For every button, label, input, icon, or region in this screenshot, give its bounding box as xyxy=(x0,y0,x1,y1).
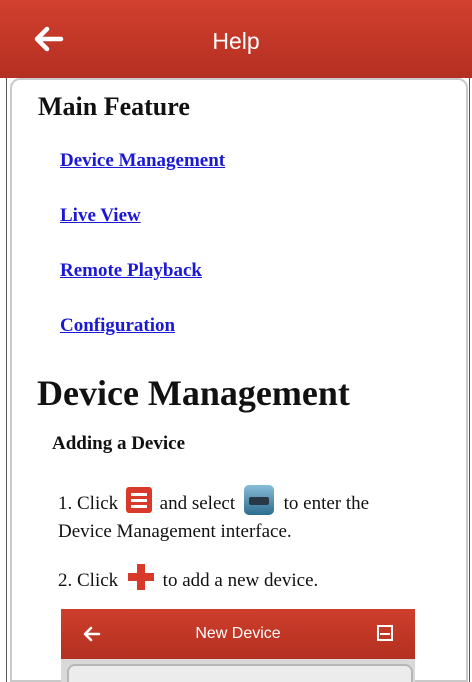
page-title: Help xyxy=(212,28,260,54)
step-1-text-c: to enter the xyxy=(283,493,370,514)
device-management-icon xyxy=(243,485,274,515)
link-configuration[interactable]: Configuration xyxy=(60,315,175,337)
link-remote-playback[interactable]: Remote Playback xyxy=(60,260,202,282)
screenshot-header: New Device xyxy=(61,609,415,659)
add-plus-icon xyxy=(127,563,155,591)
link-device-management[interactable]: Device Management xyxy=(60,150,225,172)
link-live-view[interactable]: Live View xyxy=(60,205,141,227)
step-1-text-b: and select xyxy=(159,493,236,514)
main-feature-heading: Main Feature xyxy=(38,92,190,121)
step-2-line: 2. Click to add a new device. xyxy=(58,563,318,592)
frame-border-right xyxy=(469,78,470,682)
step-2-text-a: 2. Click xyxy=(58,570,119,591)
frame-border-left xyxy=(6,78,7,682)
section-heading: Device Management xyxy=(37,373,350,413)
menu-icon xyxy=(125,487,152,513)
step-1-text-a: 1. Click xyxy=(58,493,119,514)
step-1-line-2: Device Management interface. xyxy=(58,521,292,542)
step-2-text-b: to add a new device. xyxy=(162,570,319,591)
step-1-line-1: 1. Click and select to enter the xyxy=(58,485,369,515)
screenshot-form-area xyxy=(67,664,413,682)
subsection-heading: Adding a Device xyxy=(52,433,185,454)
screenshot-title: New Device xyxy=(195,625,281,642)
save-icon xyxy=(377,625,393,641)
top-app-bar: Help xyxy=(0,0,472,78)
new-device-screenshot: New Device xyxy=(61,609,415,682)
